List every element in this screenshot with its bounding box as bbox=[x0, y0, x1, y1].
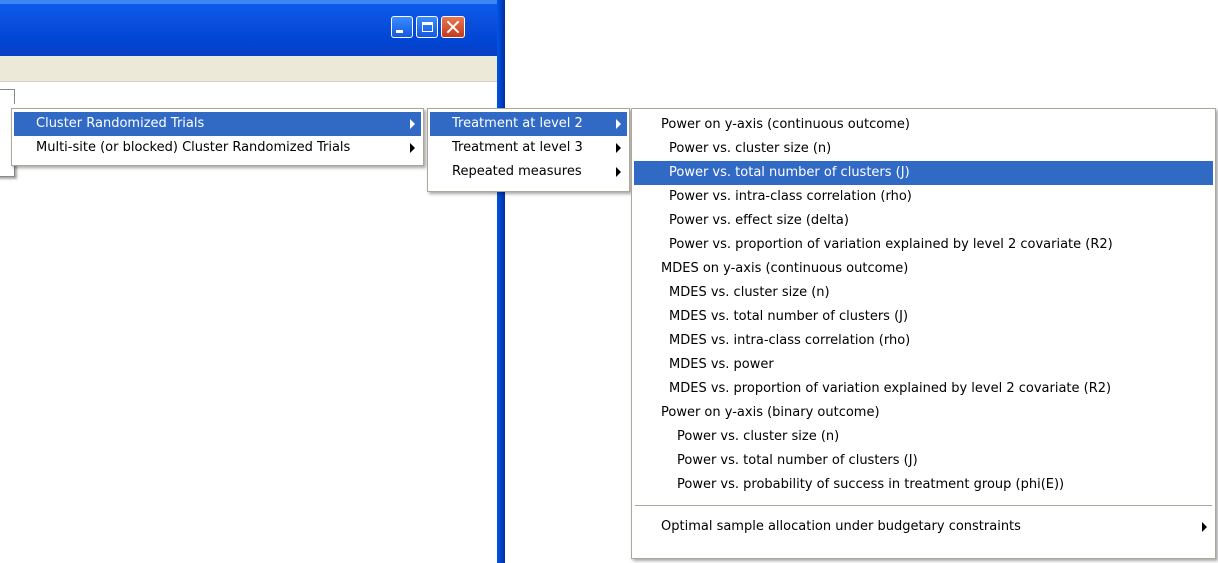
menu-item-power-vs-probability-of-success-in-treatment-group-phi-e[interactable]: Power vs. probability of success in trea… bbox=[634, 473, 1213, 497]
menu-item-label: MDES vs. total number of clusters (J) bbox=[669, 309, 909, 324]
menu-item-label: Power on y-axis (continuous outcome) bbox=[661, 117, 910, 132]
submenu-treatment-level: Treatment at level 2 Treatment at level 3… bbox=[427, 108, 630, 192]
menu-item-mdes-on-y-axis-continuous-outcome[interactable]: MDES on y-axis (continuous outcome) bbox=[634, 257, 1213, 281]
menu-item-mdes-vs-cluster-size-n[interactable]: MDES vs. cluster size (n) bbox=[634, 281, 1213, 305]
menu-item-power-on-y-axis-continuous-outcome[interactable]: Power on y-axis (continuous outcome) bbox=[634, 113, 1213, 137]
submenu-arrow-icon bbox=[410, 119, 415, 129]
submenu-arrow-icon bbox=[1202, 522, 1207, 532]
submenu-arrow-icon bbox=[616, 167, 621, 177]
menu-item-label: Power vs. total number of clusters (J) bbox=[669, 165, 910, 180]
menu-item-label: Optimal sample allocation under budgetar… bbox=[661, 519, 1021, 534]
menu-item-repeated-measures[interactable]: Repeated measures bbox=[430, 160, 627, 184]
menu-item-power-vs-total-number-of-clusters-j[interactable]: Power vs. total number of clusters (J) bbox=[634, 449, 1213, 473]
menu-item-label: MDES vs. proportion of variation explain… bbox=[669, 381, 1112, 396]
menu-item-label: Treatment at level 3 bbox=[452, 140, 583, 155]
menu-item-power-vs-proportion-of-variation-explained-by-level-2-covariate-r2[interactable]: Power vs. proportion of variation explai… bbox=[634, 233, 1213, 257]
submenu-trial-type: Cluster Randomized Trials Multi-site (or … bbox=[11, 108, 424, 166]
menu-item-power-vs-intra-class-correlation-rho[interactable]: Power vs. intra-class correlation (rho) bbox=[634, 185, 1213, 209]
submenu-arrow-icon bbox=[616, 119, 621, 129]
menu-item-label: MDES vs. intra-class correlation (rho) bbox=[669, 333, 911, 348]
maximize-icon bbox=[421, 22, 433, 32]
menu-item-power-vs-cluster-size-n[interactable]: Power vs. cluster size (n) bbox=[634, 137, 1213, 161]
menu-item-label: Treatment at level 2 bbox=[452, 116, 583, 131]
menu-item-treatment-at-level-3[interactable]: Treatment at level 3 bbox=[430, 136, 627, 160]
close-icon bbox=[446, 20, 460, 34]
submenu-plot-type: Power on y-axis (continuous outcome) Powe… bbox=[631, 108, 1216, 559]
menu-item-mdes-vs-total-number-of-clusters-j[interactable]: MDES vs. total number of clusters (J) bbox=[634, 305, 1213, 329]
menu-item-mdes-vs-power[interactable]: MDES vs. power bbox=[634, 353, 1213, 377]
menu-item-power-vs-total-number-of-clusters-j[interactable]: Power vs. total number of clusters (J) bbox=[634, 161, 1213, 185]
menu-item-label: MDES vs. power bbox=[669, 357, 774, 372]
menu-item-label: Power vs. total number of clusters (J) bbox=[677, 453, 918, 468]
menu-item-label: Power vs. cluster size (n) bbox=[677, 429, 840, 444]
menu-item-label: Power vs. probability of success in trea… bbox=[677, 477, 1065, 492]
menu-item-label: Cluster Randomized Trials bbox=[36, 116, 205, 131]
menu-item-label: MDES vs. cluster size (n) bbox=[669, 285, 830, 300]
menu-item-cluster-randomized-trials[interactable]: Cluster Randomized Trials bbox=[14, 112, 421, 136]
menu-separator bbox=[635, 505, 1212, 507]
minimize-icon bbox=[396, 30, 403, 33]
menu-bar bbox=[0, 56, 497, 82]
menu-item-label: Multi-site (or blocked) Cluster Randomiz… bbox=[36, 140, 351, 155]
menu-item-mdes-vs-proportion-of-variation-explained-by-level-2-covariate-r2[interactable]: MDES vs. proportion of variation explain… bbox=[634, 377, 1213, 401]
menu-item-label: Repeated measures bbox=[452, 164, 582, 179]
menu-item-label: Power vs. intra-class correlation (rho) bbox=[669, 189, 912, 204]
menu-item-multi-site-or-blocked-cluster-randomized-trials[interactable]: Multi-site (or blocked) Cluster Randomiz… bbox=[14, 136, 421, 160]
menu-item-label: Power vs. proportion of variation explai… bbox=[669, 237, 1113, 252]
menu-item-label: Power vs. effect size (delta) bbox=[669, 213, 849, 228]
menu-item-optimal-sample-allocation-under-budgetary-constraints[interactable]: Optimal sample allocation under budgetar… bbox=[634, 515, 1213, 539]
menu-item-label: MDES on y-axis (continuous outcome) bbox=[661, 261, 909, 276]
parent-menu-edge bbox=[0, 89, 15, 104]
window-right-border bbox=[497, 0, 505, 563]
menu-item-power-vs-effect-size-delta[interactable]: Power vs. effect size (delta) bbox=[634, 209, 1213, 233]
menu-item-power-vs-cluster-size-n[interactable]: Power vs. cluster size (n) bbox=[634, 425, 1213, 449]
close-button[interactable] bbox=[441, 16, 465, 38]
menu-item-mdes-vs-intra-class-correlation-rho[interactable]: MDES vs. intra-class correlation (rho) bbox=[634, 329, 1213, 353]
submenu-arrow-icon bbox=[616, 143, 621, 153]
maximize-button[interactable] bbox=[416, 16, 438, 38]
minimize-button[interactable] bbox=[391, 16, 413, 38]
app-window bbox=[0, 0, 505, 563]
menu-item-power-on-y-axis-binary-outcome[interactable]: Power on y-axis (binary outcome) bbox=[634, 401, 1213, 425]
menu-item-label: Power on y-axis (binary outcome) bbox=[661, 405, 880, 420]
menu-item-treatment-at-level-2[interactable]: Treatment at level 2 bbox=[430, 112, 627, 136]
submenu-arrow-icon bbox=[410, 143, 415, 153]
menu-item-label: Power vs. cluster size (n) bbox=[669, 141, 832, 156]
